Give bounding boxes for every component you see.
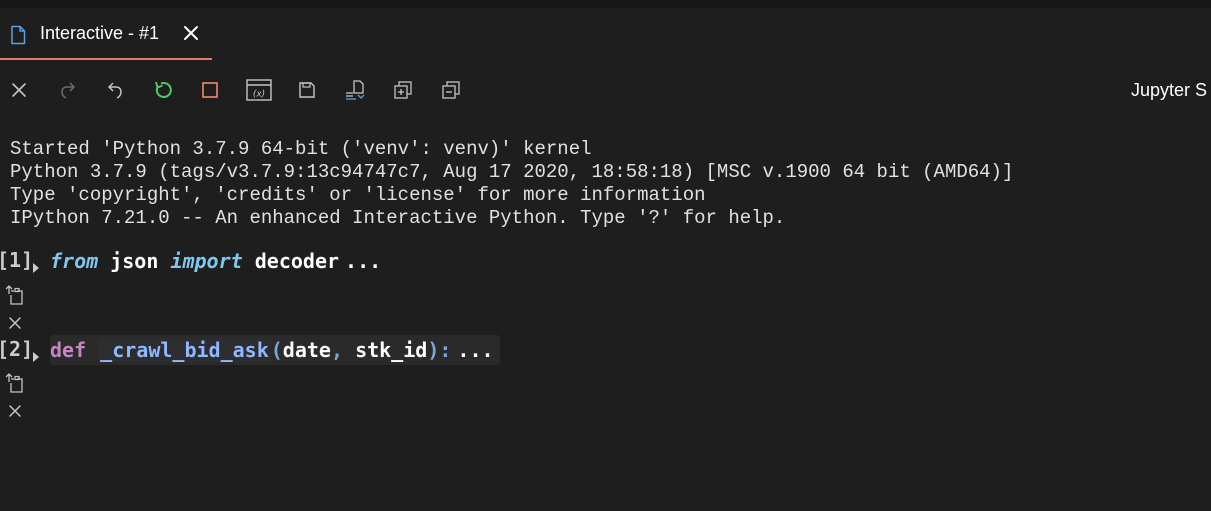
copy-to-editor-button[interactable]	[4, 373, 26, 395]
svg-text:(x): (x)	[253, 90, 265, 100]
redo-icon	[61, 82, 75, 99]
cell-source[interactable]: from json import decoder...	[50, 246, 387, 276]
collapse-all-icon	[442, 81, 460, 99]
cell-source[interactable]: def _crawl_bid_ask(date, stk_id):...	[50, 335, 500, 365]
restart-icon	[155, 81, 172, 98]
code-cell: [1] from json import decoder...	[0, 248, 1211, 338]
punctuation: (	[270, 338, 283, 362]
collapsed-ellipsis: ...	[345, 249, 382, 273]
output-line: Python 3.7.9 (tags/v3.7.9:13c94747c7, Au…	[10, 161, 1014, 183]
expand-cell-icon[interactable]	[31, 347, 41, 362]
output-line: Started 'Python 3.7.9 64-bit ('venv': ve…	[10, 138, 592, 160]
export-button[interactable]	[344, 79, 366, 101]
restart-kernel-button[interactable]	[152, 79, 174, 101]
execution-count: [2]	[0, 337, 34, 361]
tab-interactive[interactable]: Interactive - #1	[0, 8, 212, 60]
keyword: def	[50, 338, 87, 362]
punctuation: ):	[427, 338, 452, 362]
file-icon	[10, 25, 26, 45]
interactive-toolbar: (x) Jupyter S	[0, 70, 1211, 110]
undo-icon	[108, 82, 122, 99]
delete-cell-button[interactable]	[7, 403, 23, 419]
parameter: stk_id	[355, 338, 428, 362]
keyword: import	[170, 249, 243, 273]
close-icon	[12, 83, 26, 97]
save-button[interactable]	[296, 79, 318, 101]
tab-title: Interactive - #1	[40, 23, 160, 43]
parameter: date	[282, 338, 331, 362]
expand-all-button[interactable]	[392, 79, 414, 101]
redo-button[interactable]	[57, 79, 79, 101]
copy-icon	[5, 373, 23, 393]
export-icon	[346, 80, 365, 100]
save-icon	[299, 82, 315, 98]
expand-cell-icon[interactable]	[31, 258, 41, 273]
jupyter-server-label[interactable]: Jupyter S	[1131, 80, 1207, 101]
clear-all-button[interactable]	[8, 79, 30, 101]
delete-cell-button[interactable]	[7, 315, 23, 331]
collapsed-ellipsis: ...	[457, 338, 494, 362]
output-line: IPython 7.21.0 -- An enhanced Interactiv…	[10, 207, 786, 229]
expand-all-icon	[394, 81, 412, 99]
collapse-all-button[interactable]	[440, 79, 462, 101]
copy-icon	[5, 285, 23, 305]
keyword: from	[50, 249, 99, 273]
variables-icon: (x)	[246, 79, 272, 101]
code-cell: [2] def _crawl_bid_ask(date, stk_id):...	[0, 335, 1211, 427]
import-name: decoder	[254, 249, 340, 273]
stop-icon	[202, 82, 218, 98]
editor-tab-bar: Interactive - #1	[0, 8, 1211, 60]
close-icon	[9, 317, 21, 329]
close-icon	[9, 405, 21, 417]
close-icon[interactable]	[181, 23, 201, 43]
copy-to-editor-button[interactable]	[4, 285, 26, 307]
module-name: json	[110, 249, 159, 273]
variables-button[interactable]: (x)	[246, 79, 272, 101]
execution-count: [1]	[0, 248, 34, 272]
function-name: _crawl_bid_ask	[98, 338, 271, 362]
interrupt-kernel-button[interactable]	[199, 79, 221, 101]
punctuation: ,	[330, 338, 344, 362]
kernel-output: Started 'Python 3.7.9 64-bit ('venv': ve…	[10, 138, 1013, 230]
undo-button[interactable]	[104, 79, 126, 101]
output-line: Type 'copyright', 'credits' or 'license'…	[10, 184, 706, 206]
